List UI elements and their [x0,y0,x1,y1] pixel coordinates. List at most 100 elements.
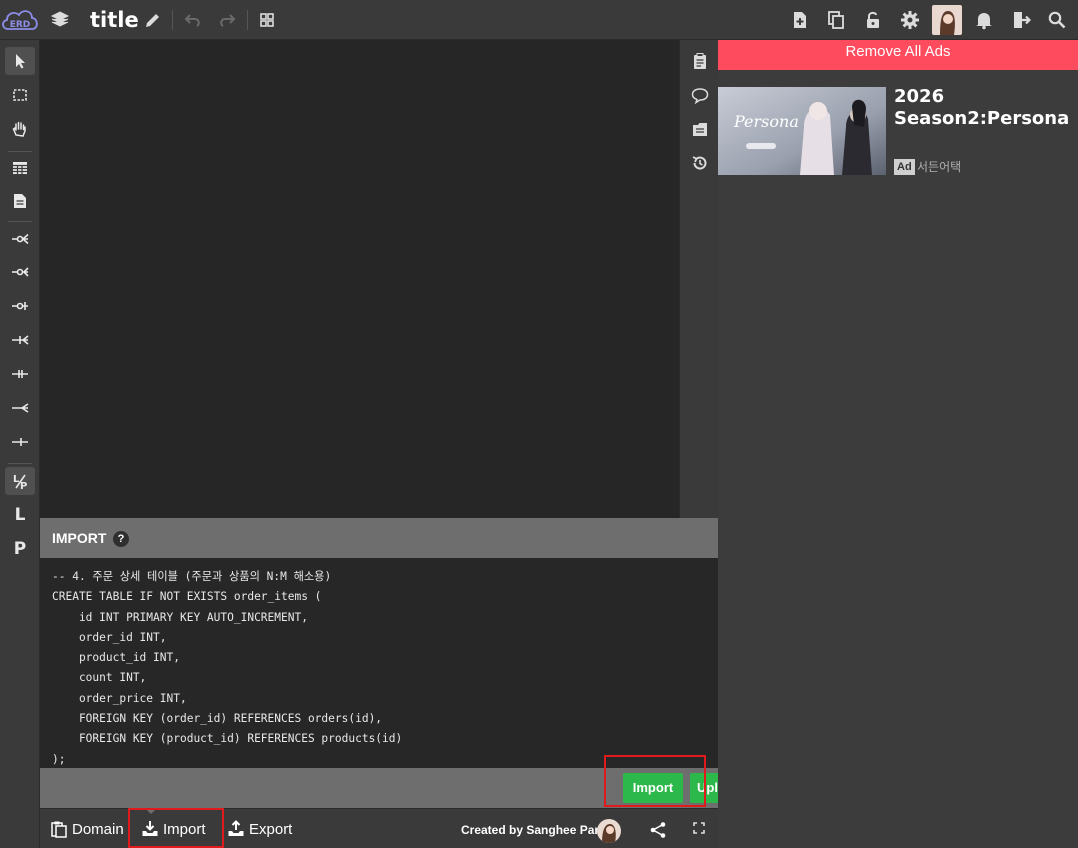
logout-icon [1014,12,1031,28]
folder-files-icon [693,123,707,136]
tool-divider [8,151,32,152]
svg-text:ERD: ERD [10,20,31,30]
user-avatar[interactable] [932,5,962,35]
relation-zero-many-icon [12,233,29,245]
help-icon[interactable]: ? [113,531,129,547]
fullscreen-button[interactable] [689,818,709,838]
search-icon [1048,11,1066,29]
upload-button[interactable]: Upl [690,773,718,803]
erd-canvas[interactable] [41,40,679,518]
logical-view-button[interactable]: L [5,501,35,529]
toolbar-divider [247,10,248,30]
grid-view-button[interactable] [253,6,281,34]
tool-divider [8,221,32,222]
share-icon [650,822,666,838]
erdcloud-logo[interactable]: ERD [0,5,40,35]
select-tool[interactable] [5,47,35,75]
ad-image[interactable]: Persona [718,87,886,175]
relation-many-icon [12,403,29,413]
relation-one-one-tool[interactable] [5,360,35,388]
export-tab-button[interactable]: Export [227,818,292,840]
sql-code-editor[interactable]: -- 4. 주문 상세 테이블 (주문과 상품의 N:M 해소용) CREATE … [40,558,718,768]
bottom-bar: Domain Import Export Created by Sanghee … [40,808,718,848]
note-icon [14,194,26,208]
import-submit-button[interactable]: Import [623,773,683,803]
relation-one-one-icon [12,370,28,378]
logical-icon: L [14,505,26,525]
table-icon [13,162,27,174]
left-tool-palette: LP L P [0,40,40,848]
relation-one-icon [12,438,28,446]
expand-icon [693,822,705,834]
relation-zero-one-n-tool[interactable] [5,225,35,253]
diagram-title[interactable]: title [90,6,139,34]
code-line: id INT PRIMARY KEY AUTO_INCREMENT, [52,610,308,624]
redo-icon [220,14,236,27]
relation-one-n-tool[interactable] [5,326,35,354]
physical-icon: P [13,539,27,559]
code-line: order_price INT, [52,691,187,705]
relation-one-tool[interactable] [5,428,35,456]
speech-bubble-icon [691,88,709,104]
relation-n-tool[interactable] [5,394,35,422]
code-line: -- 4. 주문 상세 테이블 (주문과 상품의 N:M 해소용) [52,570,332,583]
share-button[interactable] [648,820,668,840]
undo-button[interactable] [179,6,207,34]
code-line: count INT, [52,671,147,685]
import-tab-label: Import [163,820,206,838]
relation-zero-n-tool[interactable] [5,258,35,286]
logical-physical-toggle[interactable]: LP [5,467,35,495]
logout-button[interactable] [1007,6,1035,34]
memo-panel-button[interactable] [688,49,712,73]
creator-avatar[interactable] [597,819,621,843]
grid-icon [260,13,274,27]
lock-button[interactable] [859,6,887,34]
relation-zero-one-icon [12,302,28,310]
import-panel-header: IMPORT ? [40,518,718,558]
bell-icon [976,13,992,30]
advertisement-panel: Remove All Ads Persona 2026 Season2:Pers… [718,40,1078,848]
edit-title-button[interactable] [139,6,167,34]
top-toolbar: ERD title [0,0,1078,40]
pan-tool[interactable] [5,115,35,143]
redo-button[interactable] [213,6,241,34]
memo-tool[interactable] [5,187,35,215]
notifications-button[interactable] [970,6,998,34]
undo-icon [184,14,200,27]
import-panel-title: IMPORT [52,530,107,546]
remove-all-ads-button[interactable]: Remove All Ads [718,40,1078,70]
export-icon [228,820,244,836]
relation-one-many-icon [12,335,29,345]
copy-icon [828,11,844,29]
import-panel-footer: Import Upl [40,768,718,808]
lp-toggle-icon: LP [13,474,27,490]
creator-credit: Created by Sanghee Park [461,823,606,837]
gear-icon [901,11,919,29]
ad-title[interactable]: 2026 Season2:Persona [894,86,1074,130]
history-panel-button[interactable] [688,151,712,175]
diagram-list-button[interactable] [46,6,74,34]
import-tab-button[interactable]: Import [141,818,206,840]
area-select-tool[interactable] [5,81,35,109]
domain-button[interactable]: Domain [50,818,124,840]
code-line: order_id INT, [52,630,167,644]
settings-button[interactable] [896,6,924,34]
physical-view-button[interactable]: P [5,535,35,563]
table-tool[interactable] [5,154,35,182]
toolbar-divider [172,10,173,30]
cursor-icon [16,54,25,69]
clipboard-copy-icon [51,821,67,838]
domain-label: Domain [72,820,124,838]
relation-zero-one-tool[interactable] [5,292,35,320]
search-button[interactable] [1043,6,1071,34]
svg-text:P: P [20,481,27,490]
code-line: FOREIGN KEY (product_id) REFERENCES prod… [52,732,403,746]
svg-text:Persona: Persona [733,112,799,131]
ad-sponsor[interactable]: 서든어택 [917,159,961,175]
marquee-icon [13,89,27,101]
comments-panel-button[interactable] [688,83,712,107]
copy-button[interactable] [822,6,850,34]
files-panel-button[interactable] [688,117,712,141]
new-file-button[interactable] [786,6,814,34]
code-line: CREATE TABLE IF NOT EXISTS order_items ( [52,590,322,604]
